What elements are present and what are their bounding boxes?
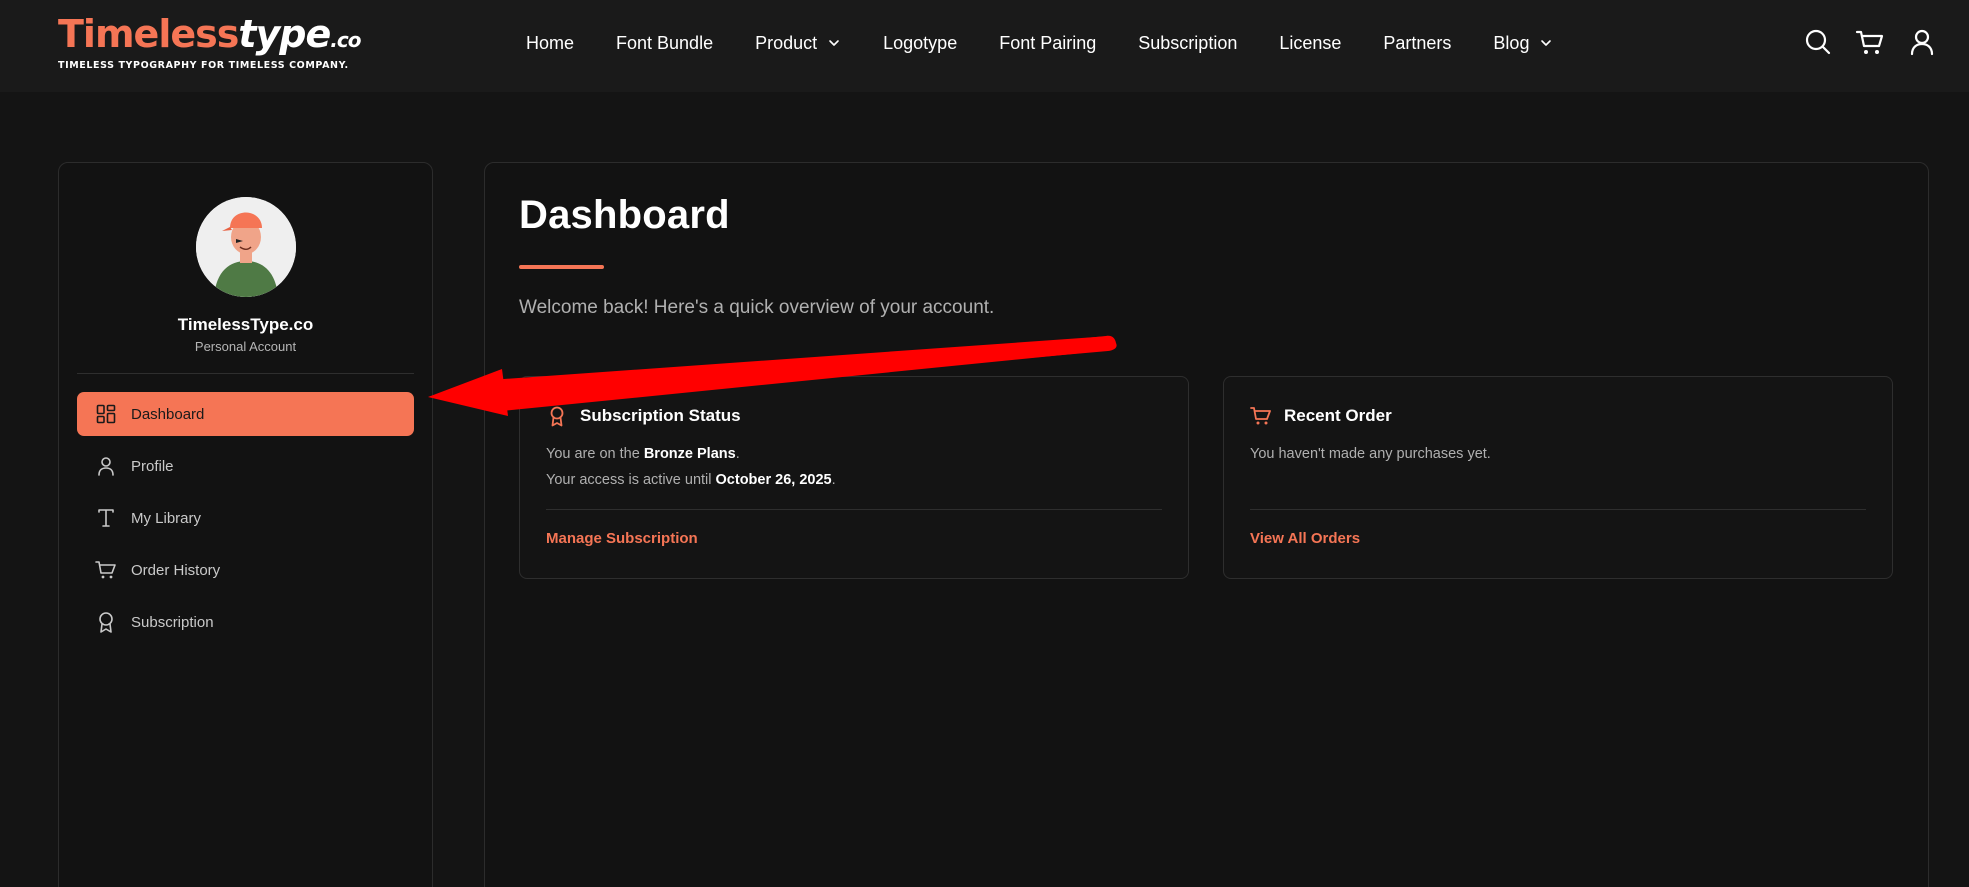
user-icon[interactable] — [1907, 26, 1937, 58]
plan-name: Bronze Plans — [643, 446, 736, 462]
sidebar-item-my-library[interactable]: My Library — [77, 496, 414, 540]
nav-font-bundle[interactable]: Font Bundle — [616, 33, 713, 54]
card-divider — [1250, 509, 1866, 510]
text-icon — [95, 507, 117, 529]
chevron-down-icon — [829, 40, 839, 46]
sidebar-item-label: My Library — [131, 509, 202, 527]
account-sidebar: TimelessType.co Personal Account Dashboa… — [58, 162, 433, 887]
sidebar-item-label: Profile — [131, 457, 174, 475]
nav-font-bundle-label: Font Bundle — [616, 32, 714, 53]
user-icon — [95, 455, 117, 477]
search-icon[interactable] — [1803, 26, 1833, 58]
card-title: Recent Order — [1284, 406, 1392, 425]
avatar — [196, 197, 296, 297]
account-type: Personal Account — [194, 339, 297, 354]
cart-icon[interactable] — [1855, 26, 1885, 58]
nav-logotype[interactable]: Logotype — [883, 33, 957, 54]
expiry-prefix: Your access is active until — [546, 472, 716, 488]
expiry-line: Your access is active until October 26, … — [546, 472, 836, 488]
plan-prefix: You are on the — [546, 446, 644, 462]
nav-subscription-label: Subscription — [1138, 32, 1238, 53]
title-underline — [519, 265, 604, 269]
plan-suffix: . — [735, 446, 740, 462]
recent-order-card: Recent Order You haven't made any purcha… — [1223, 376, 1893, 579]
card-divider — [546, 509, 1162, 510]
nav-license[interactable]: License — [1279, 33, 1341, 54]
sidebar-item-dashboard[interactable]: Dashboard — [77, 392, 414, 436]
nav-home-label: Home — [526, 32, 575, 53]
sidebar-item-label: Subscription — [131, 613, 214, 631]
sidebar-item-order-history[interactable]: Order History — [77, 548, 414, 592]
plan-line: You are on the Bronze Plans. — [546, 446, 740, 462]
sidebar-item-subscription[interactable]: Subscription — [77, 600, 414, 644]
logo-part-timeless: Timeless — [58, 12, 239, 56]
empty-orders-message: You haven't made any purchases yet. — [1250, 446, 1491, 462]
sidebar-divider — [77, 373, 414, 374]
nav-product-label: Product — [755, 32, 818, 53]
logo-wordmark: Timelesstype.co — [58, 12, 361, 60]
logo-part-type: type — [238, 12, 331, 56]
view-all-orders-link[interactable]: View All Orders — [1250, 530, 1360, 547]
nav-font-pairing-label: Font Pairing — [999, 32, 1097, 53]
logo-tagline: TIMELESS TYPOGRAPHY FOR TIMELESS COMPANY… — [58, 60, 349, 71]
main-nav: Home Font Bundle Product Logotype Font P… — [526, 28, 1595, 58]
nav-partners-label: Partners — [1383, 32, 1452, 53]
sidebar-menu: Dashboard Profile My Library Order Histo… — [77, 392, 414, 652]
logo-part-co: .co — [330, 28, 361, 52]
sidebar-item-profile[interactable]: Profile — [77, 444, 414, 488]
account-name: TimelessType.co — [177, 315, 314, 334]
manage-subscription-link[interactable]: Manage Subscription — [546, 530, 698, 547]
dashboard-icon — [95, 403, 117, 425]
page-title: Dashboard — [519, 193, 730, 237]
nav-partners[interactable]: Partners — [1383, 33, 1451, 54]
chevron-down-icon — [1541, 40, 1552, 46]
expiry-suffix: . — [831, 472, 836, 488]
sidebar-item-label: Order History — [131, 561, 221, 579]
nav-blog-label: Blog — [1493, 32, 1530, 53]
header-actions — [1781, 26, 1937, 58]
nav-product[interactable]: Product — [755, 33, 841, 54]
welcome-message: Welcome back! Here's a quick overview of… — [519, 297, 995, 318]
award-icon — [95, 611, 117, 633]
card-title: Subscription Status — [580, 406, 741, 425]
nav-blog[interactable]: Blog — [1493, 33, 1553, 54]
subscription-status-card: Subscription Status You are on the Bronz… — [519, 376, 1189, 579]
nav-logotype-label: Logotype — [883, 32, 958, 53]
top-navbar: Timelesstype.co TIMELESS TYPOGRAPHY FOR … — [0, 0, 1969, 92]
nav-subscription[interactable]: Subscription — [1138, 33, 1237, 54]
nav-license-label: License — [1279, 32, 1342, 53]
cart-icon — [95, 559, 117, 581]
nav-home[interactable]: Home — [526, 33, 574, 54]
dashboard-panel: Dashboard Welcome back! Here's a quick o… — [484, 162, 1929, 887]
cart-icon — [1250, 405, 1272, 427]
expiry-date: October 26, 2025 — [715, 472, 832, 488]
nav-font-pairing[interactable]: Font Pairing — [999, 33, 1096, 54]
logo[interactable]: Timelesstype.co TIMELESS TYPOGRAPHY FOR … — [58, 12, 361, 71]
sidebar-item-label: Dashboard — [131, 405, 205, 423]
award-icon — [546, 405, 568, 427]
